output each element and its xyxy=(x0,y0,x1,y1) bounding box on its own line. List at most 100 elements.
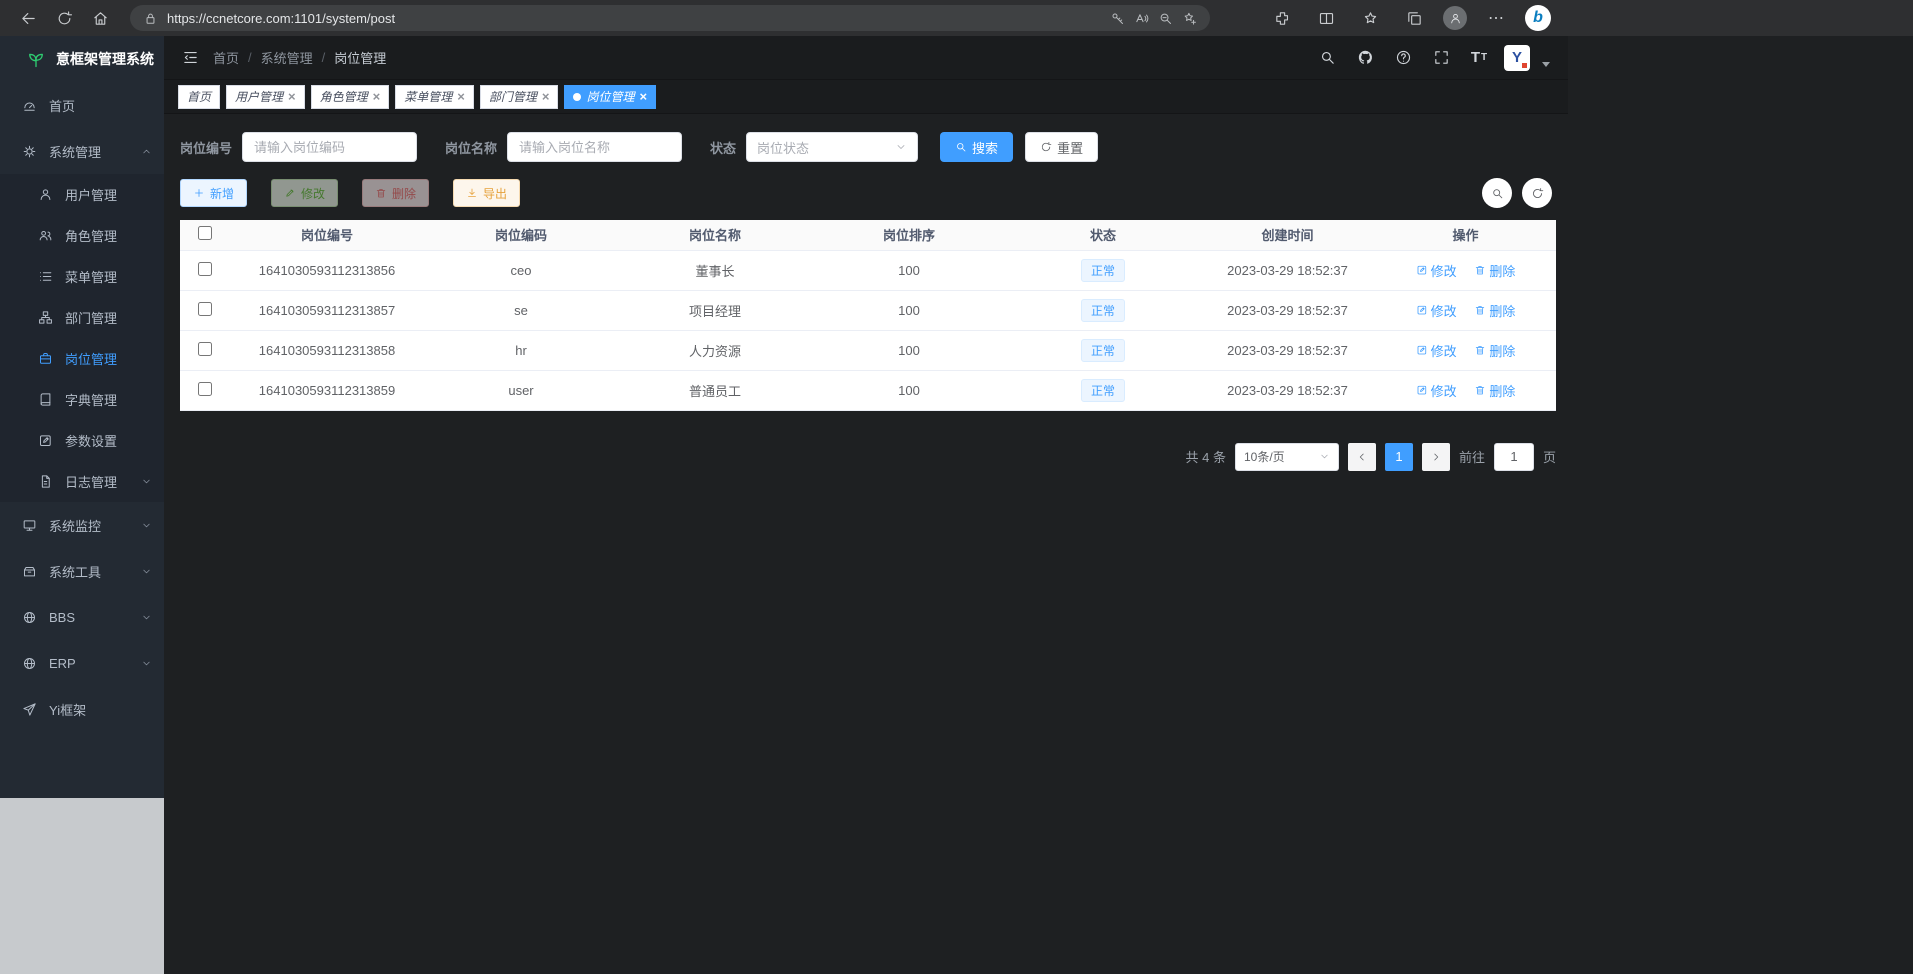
sidebar-item-parameters[interactable]: 参数设置 xyxy=(0,420,164,461)
bing-copilot-icon[interactable] xyxy=(1525,5,1551,31)
select-all-checkbox[interactable] xyxy=(198,226,212,240)
refresh-button[interactable] xyxy=(46,4,82,32)
sidebar-item-roles[interactable]: 角色管理 xyxy=(0,215,164,256)
edit-row-link[interactable]: 修改 xyxy=(1416,381,1457,400)
fullscreen-icon[interactable] xyxy=(1428,45,1454,71)
more-menu-icon[interactable] xyxy=(1481,4,1511,32)
github-icon[interactable] xyxy=(1352,45,1378,71)
chevron-down-icon[interactable] xyxy=(1542,62,1550,67)
tab-roles[interactable]: 角色管理 xyxy=(311,85,390,109)
close-icon[interactable] xyxy=(639,90,647,103)
close-icon[interactable] xyxy=(457,90,465,103)
back-button[interactable] xyxy=(10,4,46,32)
delete-row-link[interactable]: 删除 xyxy=(1474,261,1515,280)
breadcrumb-item-posts: 岗位管理 xyxy=(334,48,386,67)
collections-icon[interactable] xyxy=(1399,4,1429,32)
tab-posts[interactable]: 岗位管理 xyxy=(564,85,656,109)
header-search-icon[interactable] xyxy=(1314,45,1340,71)
row-checkbox[interactable] xyxy=(198,342,212,356)
sidebar-item-departments[interactable]: 部门管理 xyxy=(0,297,164,338)
globe-icon xyxy=(22,610,37,625)
sidebar-item-monitoring[interactable]: 系统监控 xyxy=(0,502,164,548)
row-checkbox[interactable] xyxy=(198,262,212,276)
add-button[interactable]: 新增 xyxy=(180,179,247,207)
row-checkbox[interactable] xyxy=(198,302,212,316)
sidebar-item-tools[interactable]: 系统工具 xyxy=(0,548,164,594)
split-screen-icon[interactable] xyxy=(1311,4,1341,32)
home-button[interactable] xyxy=(82,4,118,32)
app-logo[interactable]: 意框架管理系统 xyxy=(0,36,164,82)
chevron-down-icon xyxy=(141,520,152,531)
profile-avatar[interactable] xyxy=(1443,6,1467,30)
trash-icon xyxy=(1474,344,1486,356)
tab-users[interactable]: 用户管理 xyxy=(226,85,305,109)
trash-icon xyxy=(1474,304,1486,316)
page-size-select[interactable]: 10条/页 xyxy=(1235,443,1339,471)
tab-home[interactable]: 首页 xyxy=(178,85,220,109)
sidebar-item-dictionary[interactable]: 字典管理 xyxy=(0,379,164,420)
goto-page-input[interactable] xyxy=(1494,443,1534,471)
prev-page-button[interactable] xyxy=(1348,443,1376,471)
read-aloud-icon[interactable] xyxy=(1134,11,1149,26)
url-text[interactable]: https://ccnetcore.com:1101/system/post xyxy=(167,11,1101,26)
sidebar-item-home[interactable]: 首页 xyxy=(0,82,164,128)
refresh-table-button[interactable] xyxy=(1522,178,1552,208)
sidebar-item-system-mgmt[interactable]: 系统管理 xyxy=(0,128,164,174)
edit-square-icon xyxy=(38,433,53,448)
close-icon[interactable] xyxy=(542,90,550,103)
status-select[interactable]: 岗位状态 xyxy=(746,132,918,162)
status-badge: 正常 xyxy=(1081,379,1125,402)
sidebar-item-yi-framework[interactable]: Yi框架 xyxy=(0,686,164,732)
next-page-button[interactable] xyxy=(1422,443,1450,471)
breadcrumb-item-home[interactable]: 首页 xyxy=(213,48,239,67)
breadcrumb-item-system[interactable]: 系统管理 xyxy=(261,48,313,67)
add-favorite-icon[interactable] xyxy=(1182,11,1197,26)
sidebar-item-menus[interactable]: 菜单管理 xyxy=(0,256,164,297)
monitor-icon xyxy=(22,518,37,533)
user-icon xyxy=(38,187,53,202)
text-size-icon[interactable] xyxy=(1466,45,1492,71)
plus-icon xyxy=(193,187,205,199)
help-icon[interactable] xyxy=(1390,45,1416,71)
zoom-icon[interactable] xyxy=(1158,11,1173,26)
extensions-icon[interactable] xyxy=(1267,4,1297,32)
user-avatar[interactable] xyxy=(1504,45,1530,71)
edit-row-link[interactable]: 修改 xyxy=(1416,341,1457,360)
sidebar-item-erp[interactable]: ERP xyxy=(0,640,164,686)
delete-button[interactable]: 删除 xyxy=(362,179,429,207)
edit-button[interactable]: 修改 xyxy=(271,179,338,207)
close-icon[interactable] xyxy=(373,90,381,103)
page-1-button[interactable]: 1 xyxy=(1385,443,1413,471)
delete-row-link[interactable]: 删除 xyxy=(1474,301,1515,320)
close-icon[interactable] xyxy=(288,90,296,103)
reset-button[interactable]: 重置 xyxy=(1025,132,1098,162)
tab-departments[interactable]: 部门管理 xyxy=(480,85,559,109)
edit-row-link[interactable]: 修改 xyxy=(1416,301,1457,320)
show-search-button[interactable] xyxy=(1482,178,1512,208)
chevron-down-icon xyxy=(1319,451,1330,462)
sidebar-item-logs[interactable]: 日志管理 xyxy=(0,461,164,502)
sidebar-item-bbs[interactable]: BBS xyxy=(0,594,164,640)
delete-row-link[interactable]: 删除 xyxy=(1474,341,1515,360)
address-bar[interactable]: https://ccnetcore.com:1101/system/post xyxy=(130,5,1210,31)
pen-icon xyxy=(1416,344,1428,356)
search-button[interactable]: 搜索 xyxy=(940,132,1013,162)
chevron-left-icon xyxy=(1356,451,1368,463)
delete-row-link[interactable]: 删除 xyxy=(1474,381,1515,400)
export-button[interactable]: 导出 xyxy=(453,179,520,207)
post-name-input[interactable] xyxy=(507,132,682,162)
refresh-icon xyxy=(1040,141,1052,153)
sidebar-item-posts[interactable]: 岗位管理 xyxy=(0,338,164,379)
sidebar-fold-icon[interactable] xyxy=(182,49,199,66)
post-code-label: 岗位编号 xyxy=(180,138,232,157)
breadcrumb-separator xyxy=(248,50,252,65)
password-key-icon[interactable] xyxy=(1110,11,1125,26)
favorites-icon[interactable] xyxy=(1355,4,1385,32)
row-checkbox[interactable] xyxy=(198,382,212,396)
chevron-up-icon xyxy=(141,146,152,157)
toolbox-icon xyxy=(22,564,37,579)
edit-row-link[interactable]: 修改 xyxy=(1416,261,1457,280)
sidebar-item-users[interactable]: 用户管理 xyxy=(0,174,164,215)
post-code-input[interactable] xyxy=(242,132,417,162)
tab-menus[interactable]: 菜单管理 xyxy=(395,85,474,109)
